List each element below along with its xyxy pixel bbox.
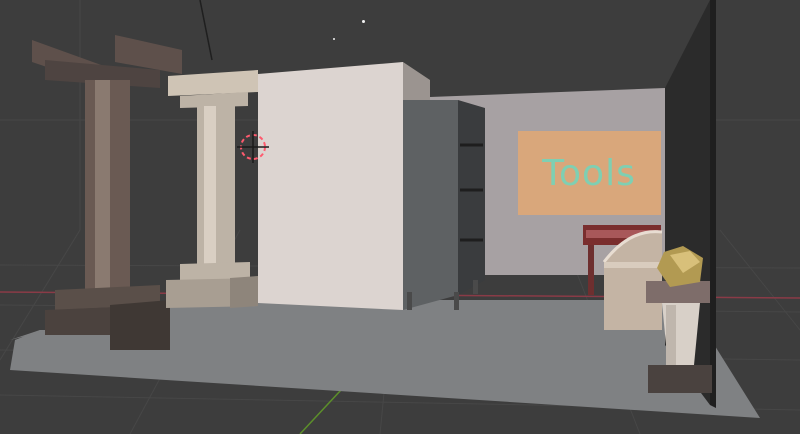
tools-sign-text: Tools — [542, 153, 636, 194]
wall-panel[interactable] — [258, 62, 403, 310]
light-cable — [199, 0, 213, 61]
column-center[interactable] — [166, 70, 258, 308]
scene-canvas[interactable] — [0, 0, 800, 434]
shelf-frame — [458, 100, 485, 295]
column-left[interactable] — [32, 35, 182, 350]
light-point-icon[interactable] — [362, 20, 365, 23]
right-wall-face — [710, 0, 716, 408]
3d-viewport[interactable]: Tools — [0, 0, 800, 434]
shelf-unit[interactable] — [403, 100, 458, 310]
light-point-icon[interactable] — [333, 38, 335, 40]
wall-panel-edge — [403, 62, 430, 100]
